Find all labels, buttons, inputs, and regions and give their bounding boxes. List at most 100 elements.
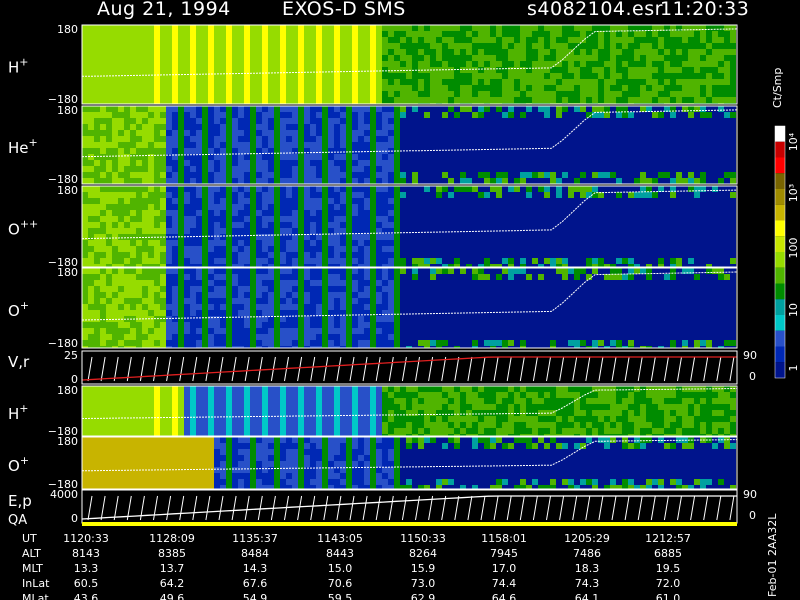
ephem-inlat-8: 72.0 xyxy=(656,577,681,590)
line-panel-8 xyxy=(87,495,735,521)
colorbar-unit: Ct/Smp xyxy=(771,67,784,108)
ephem-inlat-4: 70.6 xyxy=(328,577,353,590)
ephem-mlat-2: 49.6 xyxy=(160,592,185,600)
right-tick-bottom-5: 0 xyxy=(749,370,756,383)
y-tick-top-6: 180 xyxy=(57,384,78,397)
heatmap-panel-4 xyxy=(82,268,736,348)
ephem-label-mlt: MLT xyxy=(22,562,43,575)
ephem-mlt-3: 14.3 xyxy=(243,562,268,575)
ephem-mlat-3: 54.9 xyxy=(243,592,268,600)
ephem-alt-3: 8484 xyxy=(241,547,269,560)
ephem-mlt-1: 13.3 xyxy=(74,562,99,575)
colorbar-segment-3 xyxy=(775,157,785,174)
ephem-mlat-8: 61.0 xyxy=(656,592,681,600)
ephem-inlat-3: 67.6 xyxy=(243,577,268,590)
y-tick-bottom-8: 0 xyxy=(71,512,78,525)
ephem-inlat-1: 60.5 xyxy=(74,577,99,590)
ephem-alt-1: 8143 xyxy=(72,547,100,560)
species-label-4: O+ xyxy=(8,299,29,320)
species-charge-7: + xyxy=(20,454,29,467)
colorbar-tick-3: 100 xyxy=(787,238,800,259)
y-tick-top-7: 180 xyxy=(57,435,78,448)
qa-strip xyxy=(82,522,737,526)
ephem-label-ut: UT xyxy=(22,532,37,545)
species-charge-4: + xyxy=(20,299,29,312)
heatmap-panel-1 xyxy=(82,25,736,104)
colorbar-segment-15 xyxy=(775,346,785,363)
colorbar-segment-13 xyxy=(775,315,785,331)
qa-label: QA xyxy=(8,513,27,528)
y-tick-top-1: 180 xyxy=(57,23,78,36)
right-tick-top-8: 90 xyxy=(743,488,757,501)
heatmap-panel-6 xyxy=(82,386,736,436)
ephem-alt-7: 7486 xyxy=(573,547,601,560)
colorbar-tick-2: 10³ xyxy=(787,184,800,202)
colorbar-segment-10 xyxy=(775,267,785,284)
ephem-ut-4: 1143:05 xyxy=(317,532,363,545)
species-charge-1: + xyxy=(19,56,28,69)
species-charge-2: + xyxy=(29,136,38,149)
ephem-mlat-5: 62.9 xyxy=(411,592,436,600)
species-charge-6: + xyxy=(19,402,28,415)
right-tick-bottom-8: 0 xyxy=(749,509,756,522)
species-label-5: V,r xyxy=(8,353,30,371)
ephem-ut-3: 1135:37 xyxy=(232,532,278,545)
footer-code: Feb-01 2AA32L xyxy=(766,513,779,597)
line-panel-5 xyxy=(87,356,735,382)
ephem-mlat-1: 43.6 xyxy=(74,592,99,600)
y-tick-top-2: 180 xyxy=(57,104,78,117)
ephem-ut-5: 1150:33 xyxy=(400,532,446,545)
spectrogram-chart: 180−180H+180−180He+180−180O++180−180O+25… xyxy=(8,23,800,600)
ephem-inlat-7: 74.3 xyxy=(575,577,600,590)
ephem-mlt-2: 13.7 xyxy=(160,562,185,575)
y-tick-top-3: 180 xyxy=(57,184,78,197)
colorbar-segment-7 xyxy=(775,220,785,237)
colorbar-segment-2 xyxy=(775,141,785,158)
ephem-mlt-7: 18.3 xyxy=(575,562,600,575)
colorbar-segment-4 xyxy=(775,173,785,189)
colorbar-segment-8 xyxy=(775,236,785,252)
ephem-inlat-2: 64.2 xyxy=(160,577,185,590)
colorbar-segment-11 xyxy=(775,283,785,300)
ephem-ut-8: 1212:57 xyxy=(645,532,691,545)
ephem-mlat-6: 64.6 xyxy=(492,592,517,600)
ephem-alt-8: 6885 xyxy=(654,547,682,560)
ephem-label-alt: ALT xyxy=(22,547,41,560)
ephem-inlat-5: 73.0 xyxy=(411,577,436,590)
ephem-alt-5: 8264 xyxy=(409,547,437,560)
ephem-ut-7: 1205:29 xyxy=(564,532,610,545)
right-tick-top-5: 90 xyxy=(743,349,757,362)
heatmap-panel-2 xyxy=(82,106,736,184)
species-label-2: He+ xyxy=(8,136,38,157)
ephem-mlat-4: 59.5 xyxy=(328,592,353,600)
ephem-mlt-4: 15.0 xyxy=(328,562,353,575)
colorbar-tick-5: 1 xyxy=(787,365,800,372)
ephem-mlt-8: 19.5 xyxy=(656,562,681,575)
species-label-1: H+ xyxy=(8,56,29,77)
species-label-3: O++ xyxy=(8,218,38,239)
species-charge-3: ++ xyxy=(20,218,38,231)
ephem-mlt-6: 17.0 xyxy=(492,562,517,575)
y-tick-top-8: 4000 xyxy=(50,488,78,501)
ephem-inlat-6: 74.4 xyxy=(492,577,517,590)
heatmap-panel-7 xyxy=(82,437,736,489)
ephem-alt-6: 7945 xyxy=(490,547,518,560)
species-label-7: O+ xyxy=(8,454,29,475)
ephem-label-inlat: InLat xyxy=(22,577,50,590)
colorbar-segment-14 xyxy=(775,330,785,347)
species-label-6: H+ xyxy=(8,402,29,423)
colorbar-tick-4: 10 xyxy=(787,303,800,317)
heatmap-panel-3 xyxy=(82,186,736,267)
ephem-label-mlat: MLat xyxy=(22,592,49,600)
ephem-alt-4: 8443 xyxy=(326,547,354,560)
ephem-mlat-7: 64.1 xyxy=(575,592,600,600)
ephem-ut-6: 1158:01 xyxy=(481,532,527,545)
ephem-mlt-5: 15.9 xyxy=(411,562,436,575)
ephem-ut-2: 1128:09 xyxy=(149,532,195,545)
colorbar-tick-1: 10⁴ xyxy=(787,132,800,151)
colorbar-segment-1 xyxy=(775,126,785,142)
colorbar-segment-9 xyxy=(775,252,785,268)
colorbar-segment-6 xyxy=(775,204,785,221)
y-tick-top-5: 25 xyxy=(64,349,78,362)
colorbar-segment-5 xyxy=(775,189,785,205)
